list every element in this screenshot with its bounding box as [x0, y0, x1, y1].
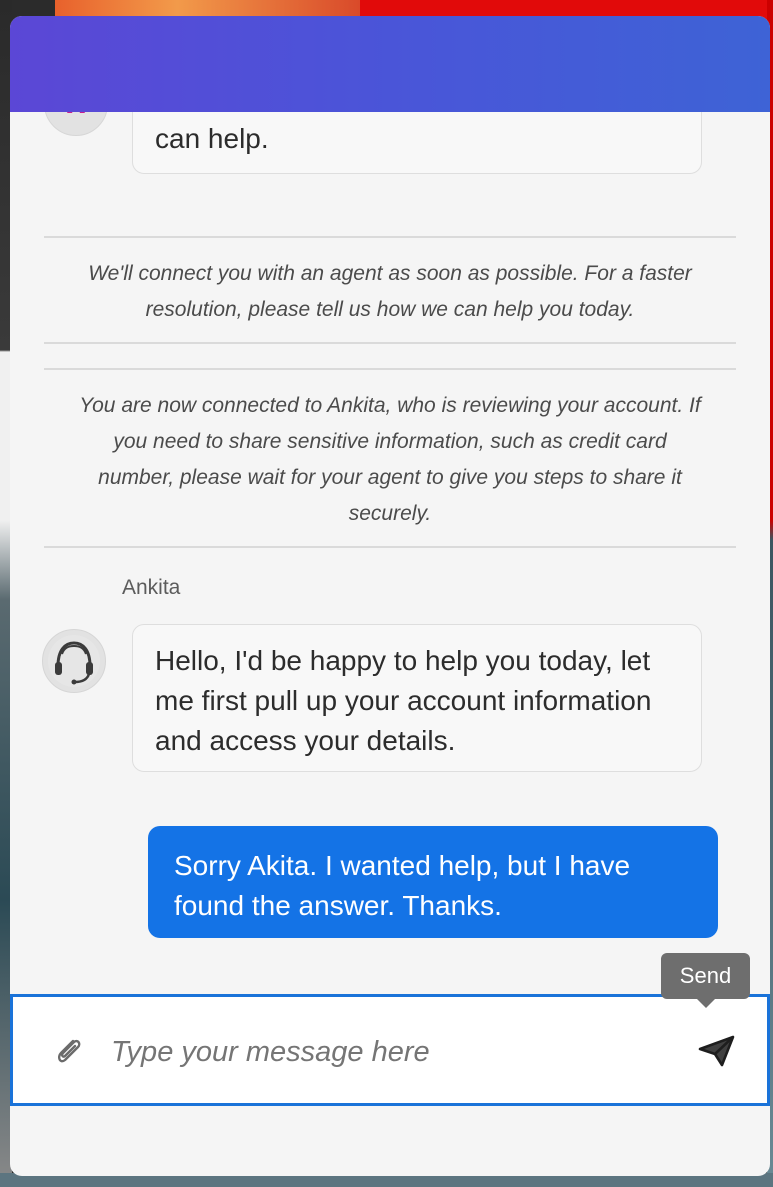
system-note-queue: We'll connect you with an agent as soon … — [88, 262, 692, 321]
agent-message-bubble: Hello, I'd be happy to help you today, l… — [132, 624, 702, 772]
agent-avatar — [42, 629, 106, 693]
user-message-bubble: Sorry Akita. I wanted help, but I have f… — [148, 826, 718, 938]
message-composer — [10, 994, 770, 1106]
chat-window: can help. We'll connect you with an agen… — [10, 16, 770, 1176]
agent-name: Ankita — [122, 576, 181, 599]
divider — [44, 546, 736, 548]
system-note-connected: You are now connected to Ankita, who is … — [79, 394, 701, 525]
divider — [44, 368, 736, 370]
paper-plane-icon — [698, 1035, 735, 1067]
paperclip-icon — [57, 1039, 81, 1063]
message-input[interactable] — [109, 1019, 673, 1085]
send-button[interactable] — [695, 1031, 739, 1071]
bot-message-text: can help. — [155, 123, 269, 154]
chat-transcript[interactable]: can help. We'll connect you with an agen… — [10, 16, 770, 996]
chat-header — [10, 16, 770, 112]
send-tooltip: Send — [661, 953, 750, 1008]
attach-button[interactable] — [49, 1031, 89, 1071]
agent-message-text: Hello, I'd be happy to help you today, l… — [155, 645, 652, 756]
divider — [44, 342, 736, 344]
divider — [44, 236, 736, 238]
headset-icon — [48, 635, 100, 687]
user-message-text: Sorry Akita. I wanted help, but I have f… — [174, 850, 631, 921]
